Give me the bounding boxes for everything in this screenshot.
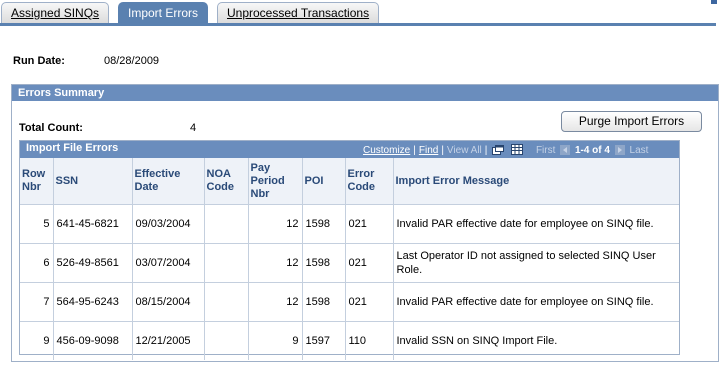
col-header-error-code[interactable]: Error Code (345, 158, 394, 205)
pay-period-cell: 9 (248, 321, 303, 360)
last-link[interactable]: Last (630, 145, 649, 156)
ssn-cell: 526-49-8561 (53, 243, 133, 283)
col-header-noa-code[interactable]: NOA Code (204, 158, 249, 205)
tab-assigned-sinqs[interactable]: Assigned SINQs (1, 2, 110, 23)
table-row: 6 526-49-8561 03/07/2004 12 1598 021 Las… (20, 243, 679, 283)
effective-date-cell: 09/03/2004 (132, 204, 205, 244)
errors-summary-group: Errors Summary Total Count: 4 Purge Impo… (11, 84, 719, 362)
poi-cell: 1598 (302, 282, 346, 322)
first-link[interactable]: First (536, 145, 555, 156)
errors-summary-title: Errors Summary (12, 85, 718, 101)
error-code-cell: 110 (345, 321, 394, 360)
first-arrow-icon[interactable] (560, 145, 571, 158)
pay-period-cell: 12 (248, 204, 303, 244)
table-header-row: Row Nbr SSN Effective Date NOA Code Pay … (20, 158, 679, 205)
noa-code-cell (204, 321, 249, 360)
error-message-cell: Last Operator ID not assigned to selecte… (393, 243, 679, 283)
purge-import-errors-button[interactable]: Purge Import Errors (561, 111, 702, 132)
run-date-value: 08/28/2009 (104, 55, 160, 67)
view-all-link[interactable]: View All (447, 145, 482, 156)
noa-code-cell (204, 282, 249, 322)
corner-marker (711, 0, 717, 4)
effective-date-cell: 12/21/2005 (132, 321, 205, 360)
ssn-cell: 641-45-6821 (53, 204, 133, 244)
grid-title: Import File Errors (26, 142, 119, 154)
tab-unprocessed-transactions[interactable]: Unprocessed Transactions (217, 2, 380, 23)
find-link[interactable]: Find (419, 145, 438, 156)
import-errors-table: Row Nbr SSN Effective Date NOA Code Pay … (20, 158, 679, 360)
col-header-import-error-message[interactable]: Import Error Message (393, 158, 679, 205)
run-date-label: Run Date: (13, 55, 65, 67)
new-window-icon[interactable] (492, 145, 505, 158)
table-row: 5 641-45-6821 09/03/2004 12 1598 021 Inv… (20, 204, 679, 244)
download-grid-icon[interactable] (511, 144, 524, 158)
error-message-cell: Invalid PAR effective date for employee … (393, 204, 679, 244)
error-code-cell: 021 (345, 243, 394, 283)
tab-underline (0, 23, 716, 26)
pay-period-cell: 12 (248, 282, 303, 322)
row-nbr-cell: 9 (20, 321, 54, 360)
col-header-effective-date[interactable]: Effective Date (132, 158, 205, 205)
tab-import-errors[interactable]: Import Errors (118, 2, 209, 24)
table-row: 7 564-95-6243 08/15/2004 12 1598 021 Inv… (20, 282, 679, 322)
grid-header-bar: Import File Errors Customize | Find | View A… (20, 141, 679, 158)
ssn-cell: 456-09-9098 (53, 321, 133, 360)
total-count-value: 4 (190, 122, 197, 134)
error-message-cell: Invalid PAR effective date for employee … (393, 282, 679, 322)
error-message-cell: Invalid SSN on SINQ Import File. (396, 335, 558, 347)
effective-date-cell: 08/15/2004 (132, 282, 205, 322)
total-count-label: Total Count: (19, 122, 83, 134)
noa-code-cell (204, 204, 249, 244)
poi-cell: 1598 (302, 204, 346, 244)
customize-link[interactable]: Customize (363, 145, 410, 156)
col-header-pay-period-nbr[interactable]: Pay Period Nbr (248, 158, 303, 205)
col-header-row-nbr[interactable]: Row Nbr (20, 158, 54, 205)
noa-code-cell (204, 243, 249, 283)
col-header-ssn[interactable]: SSN (53, 158, 133, 205)
error-code-cell: 021 (345, 282, 394, 322)
record-range: 1-4 of 4 (574, 145, 610, 156)
row-nbr-cell: 7 (20, 282, 54, 322)
pay-period-cell: 12 (248, 243, 303, 283)
effective-date-cell: 03/07/2004 (132, 243, 205, 283)
poi-cell: 1597 (302, 321, 346, 360)
ssn-cell: 564-95-6243 (53, 282, 133, 322)
poi-cell: 1598 (302, 243, 346, 283)
table-row: 9 456-09-9098 12/21/2005 9 1597 110 Inva… (20, 321, 679, 360)
error-code-cell: 021 (345, 204, 394, 244)
next-arrow-icon[interactable] (614, 145, 625, 158)
col-header-poi[interactable]: POI (302, 158, 346, 205)
row-nbr-cell: 6 (20, 243, 54, 283)
tab-bar: Assigned SINQs Import Errors Unprocessed… (0, 0, 723, 26)
import-file-errors-grid: Import File Errors Customize | Find | View A… (19, 140, 680, 360)
row-nbr-cell: 5 (20, 204, 54, 244)
grid-navigation: Customize | Find | View All | First 1-4 of 4 … (363, 144, 649, 158)
